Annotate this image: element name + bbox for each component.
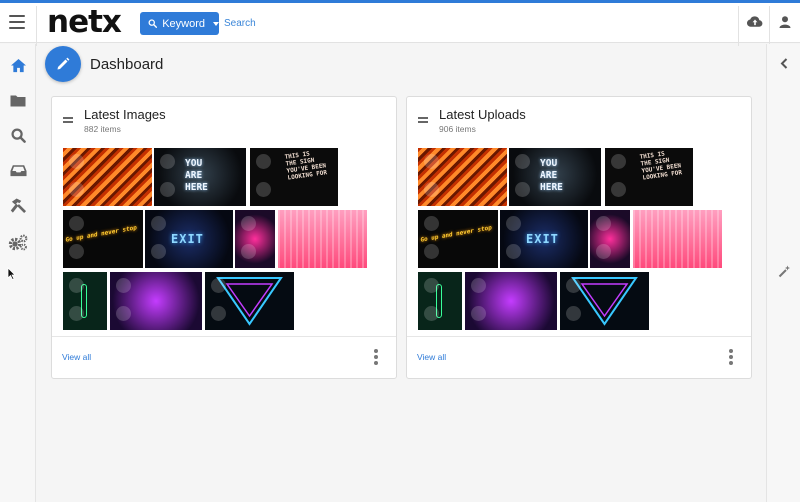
image-thumbnail[interactable] xyxy=(110,272,202,330)
gears-icon xyxy=(8,234,28,250)
image-thumbnail[interactable] xyxy=(560,272,649,330)
drag-handle-icon[interactable] xyxy=(63,117,73,125)
image-thumbnail[interactable] xyxy=(63,148,152,206)
mouse-cursor-icon xyxy=(7,267,16,280)
image-thumbnail[interactable] xyxy=(278,210,367,268)
chevron-down-icon xyxy=(213,21,219,26)
folder-icon xyxy=(10,95,26,106)
neon-word: ARE xyxy=(185,170,203,181)
more-options-icon[interactable] xyxy=(373,349,379,365)
divider xyxy=(36,6,37,46)
card-divider xyxy=(52,336,396,337)
divider xyxy=(738,6,739,46)
image-thumbnail[interactable] xyxy=(590,210,630,268)
user-icon[interactable] xyxy=(779,16,791,28)
sidebar-item-inbox[interactable] xyxy=(0,152,36,188)
neon-word: EXIT xyxy=(171,232,204,246)
more-options-icon[interactable] xyxy=(728,349,734,365)
search-input[interactable] xyxy=(224,12,704,35)
magic-wand-icon[interactable] xyxy=(778,265,791,278)
app-logo[interactable]: netx xyxy=(47,4,122,40)
image-thumbnail[interactable] xyxy=(418,148,507,206)
edit-dashboard-button[interactable] xyxy=(45,46,81,82)
image-thumbnail[interactable]: EXIT xyxy=(145,210,233,268)
card-title: Latest Images xyxy=(84,107,166,122)
image-thumbnail[interactable]: Go up and never stop xyxy=(63,210,143,268)
image-thumbnail[interactable] xyxy=(205,272,294,330)
image-thumbnail[interactable] xyxy=(418,272,462,330)
neon-word: YOU xyxy=(540,158,558,169)
drag-handle-icon[interactable] xyxy=(418,117,428,125)
view-all-link[interactable]: View all xyxy=(417,352,446,362)
sidebar-item-tools[interactable] xyxy=(0,188,36,224)
view-all-link[interactable]: View all xyxy=(62,352,91,362)
neon-word: EXIT xyxy=(526,232,559,246)
cloud-upload-icon[interactable] xyxy=(747,15,763,28)
chevron-left-icon[interactable] xyxy=(780,58,788,69)
menu-icon[interactable] xyxy=(9,15,25,29)
item-count: 906 items xyxy=(439,124,476,134)
keyword-dropdown-button[interactable]: Keyword xyxy=(140,12,219,35)
image-thumbnail[interactable] xyxy=(63,272,107,330)
search-icon xyxy=(148,19,158,28)
neon-word: HERE xyxy=(185,182,208,193)
sidebar-item-search[interactable] xyxy=(0,117,36,153)
divider xyxy=(769,6,770,46)
image-thumbnail[interactable]: THIS IS THE SIGN YOU'VE BEEN LOOKING FOR xyxy=(250,148,338,206)
image-thumbnail[interactable]: THIS IS THE SIGN YOU'VE BEEN LOOKING FOR xyxy=(605,148,693,206)
search-icon xyxy=(10,127,26,143)
pencil-icon xyxy=(57,57,70,70)
image-thumbnail[interactable]: Go up and never stop xyxy=(418,210,498,268)
page-title: Dashboard xyxy=(90,56,164,73)
sidebar-item-settings[interactable] xyxy=(0,224,36,260)
card-divider xyxy=(407,336,751,337)
left-sidebar xyxy=(0,44,36,502)
sidebar-item-home[interactable] xyxy=(0,47,36,83)
hammer-icon xyxy=(10,198,26,214)
latest-images-card: Latest Images 882 items YOU ARE HERE THI… xyxy=(51,96,397,379)
latest-uploads-card: Latest Uploads 906 items YOU ARE HERE TH… xyxy=(406,96,752,379)
keyword-button-label: Keyword xyxy=(162,17,205,30)
neon-word: ARE xyxy=(540,170,558,181)
image-thumbnail[interactable]: EXIT xyxy=(500,210,588,268)
image-thumbnail[interactable]: YOU ARE HERE xyxy=(154,148,246,206)
item-count: 882 items xyxy=(84,124,121,134)
top-bar: netx Keyword xyxy=(0,3,800,46)
image-thumbnail[interactable] xyxy=(235,210,275,268)
neon-word: HERE xyxy=(540,182,563,193)
sidebar-item-folders[interactable] xyxy=(0,82,36,118)
right-panel xyxy=(766,44,800,502)
neon-word: YOU xyxy=(185,158,203,169)
image-thumbnail[interactable] xyxy=(633,210,722,268)
inbox-icon xyxy=(9,164,27,176)
image-thumbnail[interactable] xyxy=(465,272,557,330)
image-thumbnail[interactable]: YOU ARE HERE xyxy=(509,148,601,206)
card-title: Latest Uploads xyxy=(439,107,526,122)
home-icon xyxy=(10,58,26,72)
